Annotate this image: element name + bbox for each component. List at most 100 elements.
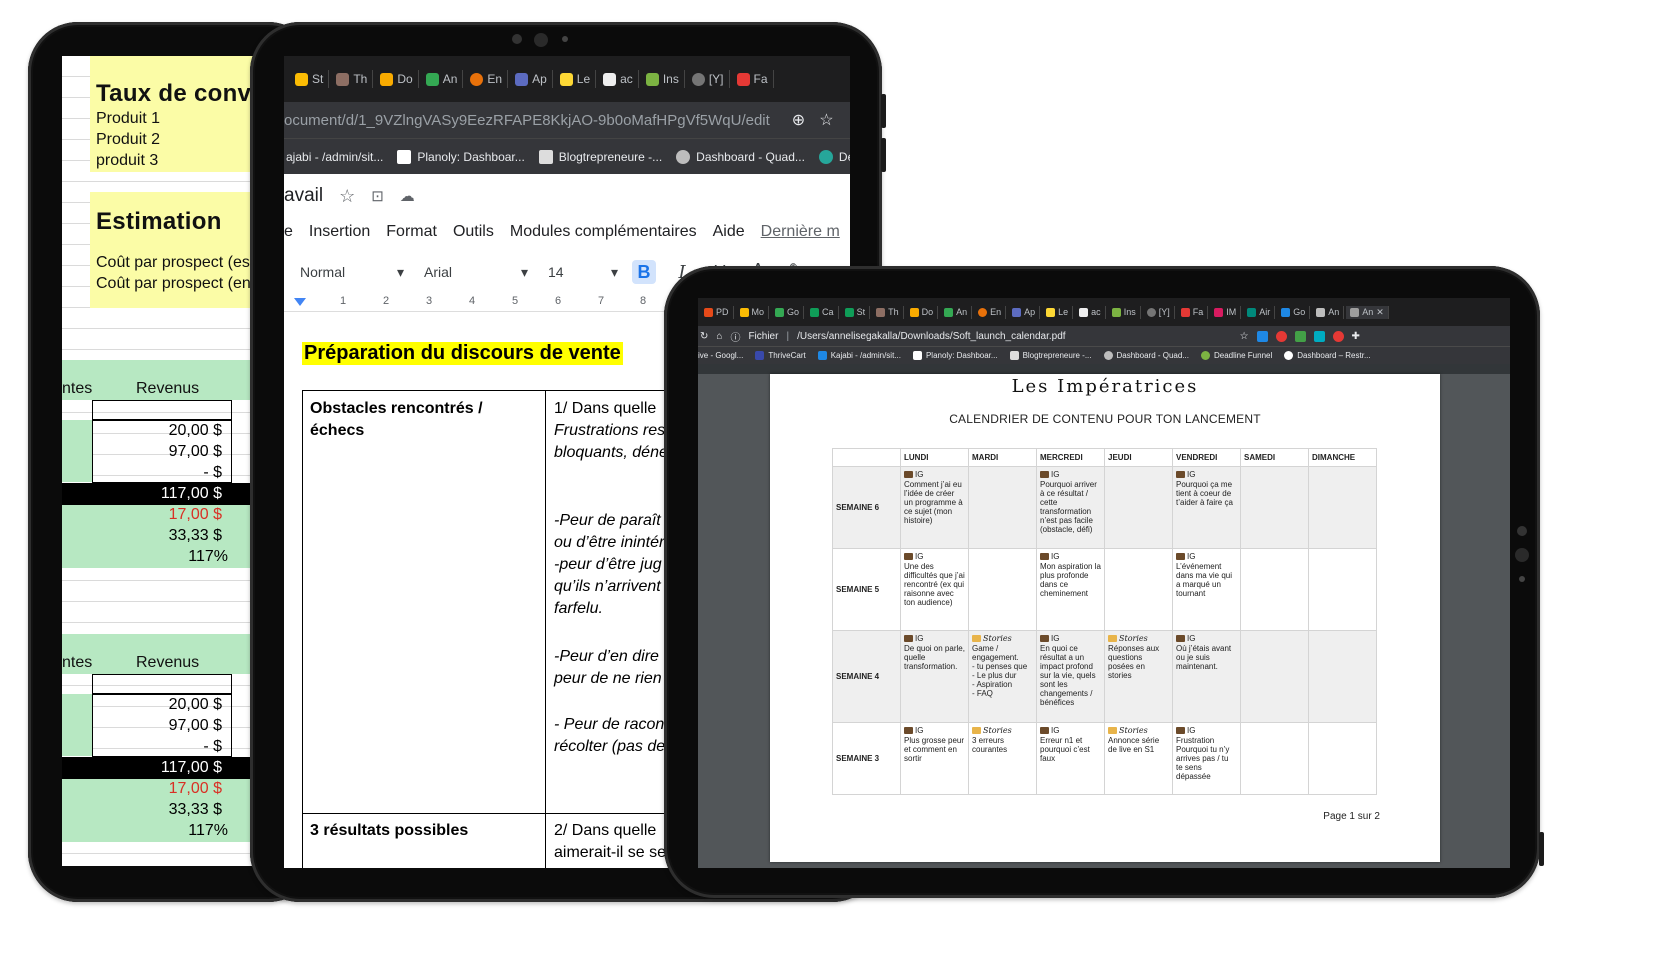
browser-tab[interactable]: ac	[598, 70, 639, 88]
bookmark-item[interactable]: ThriveCart	[755, 351, 806, 360]
calendar-cell: Stories Annonce série de live en S1	[1104, 722, 1173, 795]
browser-tab[interactable]: [Y]	[1143, 305, 1175, 319]
address-bar[interactable]: ↻ ⌂ ⓘ Fichier | /Users/annelisegakalla/D…	[698, 326, 1510, 346]
browser-tab-active[interactable]: An ✕	[1346, 305, 1389, 319]
bookmark-item[interactable]: Dashboard - Quad...	[676, 149, 805, 164]
table-cell[interactable]	[302, 390, 546, 814]
star-icon[interactable]: ☆	[339, 186, 355, 207]
move-folder-icon[interactable]: ⊡	[371, 187, 384, 205]
bookmark-item[interactable]: Dea	[818, 149, 850, 164]
bookmark-item[interactable]: Blogtrepreneure -...	[538, 149, 662, 164]
browser-tab[interactable]: Mo	[736, 305, 770, 319]
extension-icon[interactable]	[1332, 330, 1344, 342]
font-size-select[interactable]: 14 ▾	[548, 264, 618, 281]
indent-marker-icon[interactable]	[294, 298, 306, 306]
tab-favicon-icon	[844, 307, 854, 317]
browser-tab[interactable]: ac	[1075, 305, 1106, 319]
week-label: SEMAINE 6	[832, 466, 901, 549]
menu-format[interactable]: Format	[386, 223, 437, 241]
calendar-cell: IG En quoi ce résultat a un impact profon…	[1036, 630, 1105, 723]
puzzle-icon[interactable]: ✚	[1352, 331, 1360, 342]
extension-icon[interactable]	[1313, 330, 1325, 342]
browser-tab[interactable]: Le	[1042, 305, 1074, 319]
close-icon[interactable]: ✕	[1376, 307, 1384, 318]
browser-tab[interactable]: Ap	[510, 70, 553, 88]
browser-tab[interactable]: En	[974, 305, 1007, 319]
font-select[interactable]: Arial ▾	[424, 264, 528, 281]
menu-modules[interactable]: Modules complémentaires	[510, 223, 697, 241]
browser-tab[interactable]: Do	[375, 70, 419, 88]
bookmark-star-icon[interactable]: ☆	[1240, 331, 1249, 342]
product-2: Produit 2	[96, 131, 161, 148]
cloud-status-icon[interactable]: ☁	[400, 187, 415, 205]
last-edit-link[interactable]: Dernière m	[761, 223, 840, 241]
url-text[interactable]: /Users/annelisegakalla/Downloads/Soft_la…	[797, 331, 1066, 342]
bookmark-item[interactable]: Planoly: Dashboar...	[397, 149, 525, 164]
camera-icon	[904, 471, 913, 478]
calendar-cell: Stories Réponses aux questions posées en …	[1104, 630, 1173, 723]
zoom-icon[interactable]: ⊕	[792, 110, 805, 130]
tab-favicon-icon	[1146, 307, 1156, 317]
url-text[interactable]: ocument/d/1_9VZlngVASy9EezRFAPE8KkjAO-9b…	[284, 112, 770, 129]
browser-tab[interactable]: IM	[1210, 305, 1242, 319]
reload-icon[interactable]: ↻	[700, 331, 708, 342]
post-type-tag: Stories	[972, 634, 1033, 643]
bookmark-item[interactable]: Deadline Funnel	[1200, 351, 1272, 360]
browser-tab[interactable]: Go	[1277, 305, 1311, 319]
pdf-page[interactable]: Les Impératrices CALENDRIER DE CONTENU P…	[770, 374, 1440, 862]
browser-tab[interactable]: An	[421, 70, 464, 88]
bookmark-item[interactable]: ive - Googl...	[698, 351, 743, 360]
home-icon[interactable]: ⌂	[716, 331, 722, 342]
bookmark-item[interactable]: Kajabi - /admin/sit...	[817, 351, 901, 360]
table2-box	[92, 674, 232, 694]
doc-title[interactable]: avail	[284, 185, 323, 207]
bookmark-item[interactable]: Blogtrepreneure -...	[1009, 351, 1092, 360]
browser-tab[interactable]: An	[1312, 305, 1345, 319]
browser-tab[interactable]: An	[940, 305, 973, 319]
browser-tab[interactable]: Le	[555, 70, 597, 88]
browser-tab[interactable]: PD	[700, 305, 734, 319]
menu-aide[interactable]: Aide	[713, 223, 745, 241]
browser-tab[interactable]: St	[841, 305, 871, 319]
address-bar[interactable]: ocument/d/1_9VZlngVASy9EezRFAPE8KkjAO-9b…	[284, 102, 850, 138]
calendar-cell	[1308, 466, 1377, 549]
browser-tab[interactable]: Th	[331, 70, 374, 88]
browser-tab[interactable]: Go	[771, 305, 805, 319]
week-label: SEMAINE 5	[832, 548, 901, 631]
bookmark-item[interactable]: ajabi - /admin/sit...	[286, 150, 383, 164]
browser-tab[interactable]: Ins	[641, 70, 685, 88]
bookmark-favicon-icon	[818, 149, 833, 164]
browser-tab[interactable]: Th	[872, 305, 904, 319]
tab-favicon-icon	[810, 307, 820, 317]
bookmark-item[interactable]: Planoly: Dashboar...	[912, 351, 998, 360]
browser-tab[interactable]: Air	[1243, 305, 1276, 319]
calendar-cell-text: Erreur n1 et pourquoi c’est faux	[1040, 736, 1090, 763]
day-header: LUNDI	[900, 448, 969, 467]
browser-tab[interactable]: Ins	[1108, 305, 1141, 319]
bookmark-star-icon[interactable]: ☆	[819, 110, 833, 130]
browser-tab[interactable]: Fa	[1177, 305, 1209, 319]
browser-tab[interactable]: Do	[906, 305, 939, 319]
browser-tab[interactable]: Ap	[1008, 305, 1041, 319]
extension-icon[interactable]	[1256, 330, 1268, 342]
menu-insertion[interactable]: Insertion	[309, 223, 370, 241]
bookmark-item[interactable]: Dashboard – Restr...	[1284, 351, 1371, 360]
style-select[interactable]: Normal ▾	[300, 264, 404, 281]
calendar-subtitle: CALENDRIER DE CONTENU POUR TON LANCEMENT	[949, 412, 1261, 426]
camera-icon	[1040, 471, 1049, 478]
bold-icon[interactable]: B	[632, 260, 656, 284]
menu-outils[interactable]: Outils	[453, 223, 494, 241]
browser-tab[interactable]: Fa	[732, 70, 774, 88]
browser-tab[interactable]: [Y]	[687, 70, 730, 88]
tab-favicon-icon	[559, 72, 573, 86]
menu-item[interactable]: e	[284, 223, 293, 241]
browser-tab[interactable]: En	[465, 70, 509, 88]
info-icon[interactable]: ⓘ	[730, 329, 740, 344]
extension-icon[interactable]	[1294, 330, 1306, 342]
browser-tab[interactable]: St	[290, 70, 330, 88]
calendar-cell-text: Réponses aux questions posées en stories	[1108, 644, 1160, 680]
extension-icon[interactable]	[1275, 330, 1287, 342]
browser-tab[interactable]: Ca	[806, 305, 839, 319]
bookmark-item[interactable]: Dashboard - Quad...	[1103, 351, 1189, 360]
post-type-label: IG	[915, 552, 924, 561]
